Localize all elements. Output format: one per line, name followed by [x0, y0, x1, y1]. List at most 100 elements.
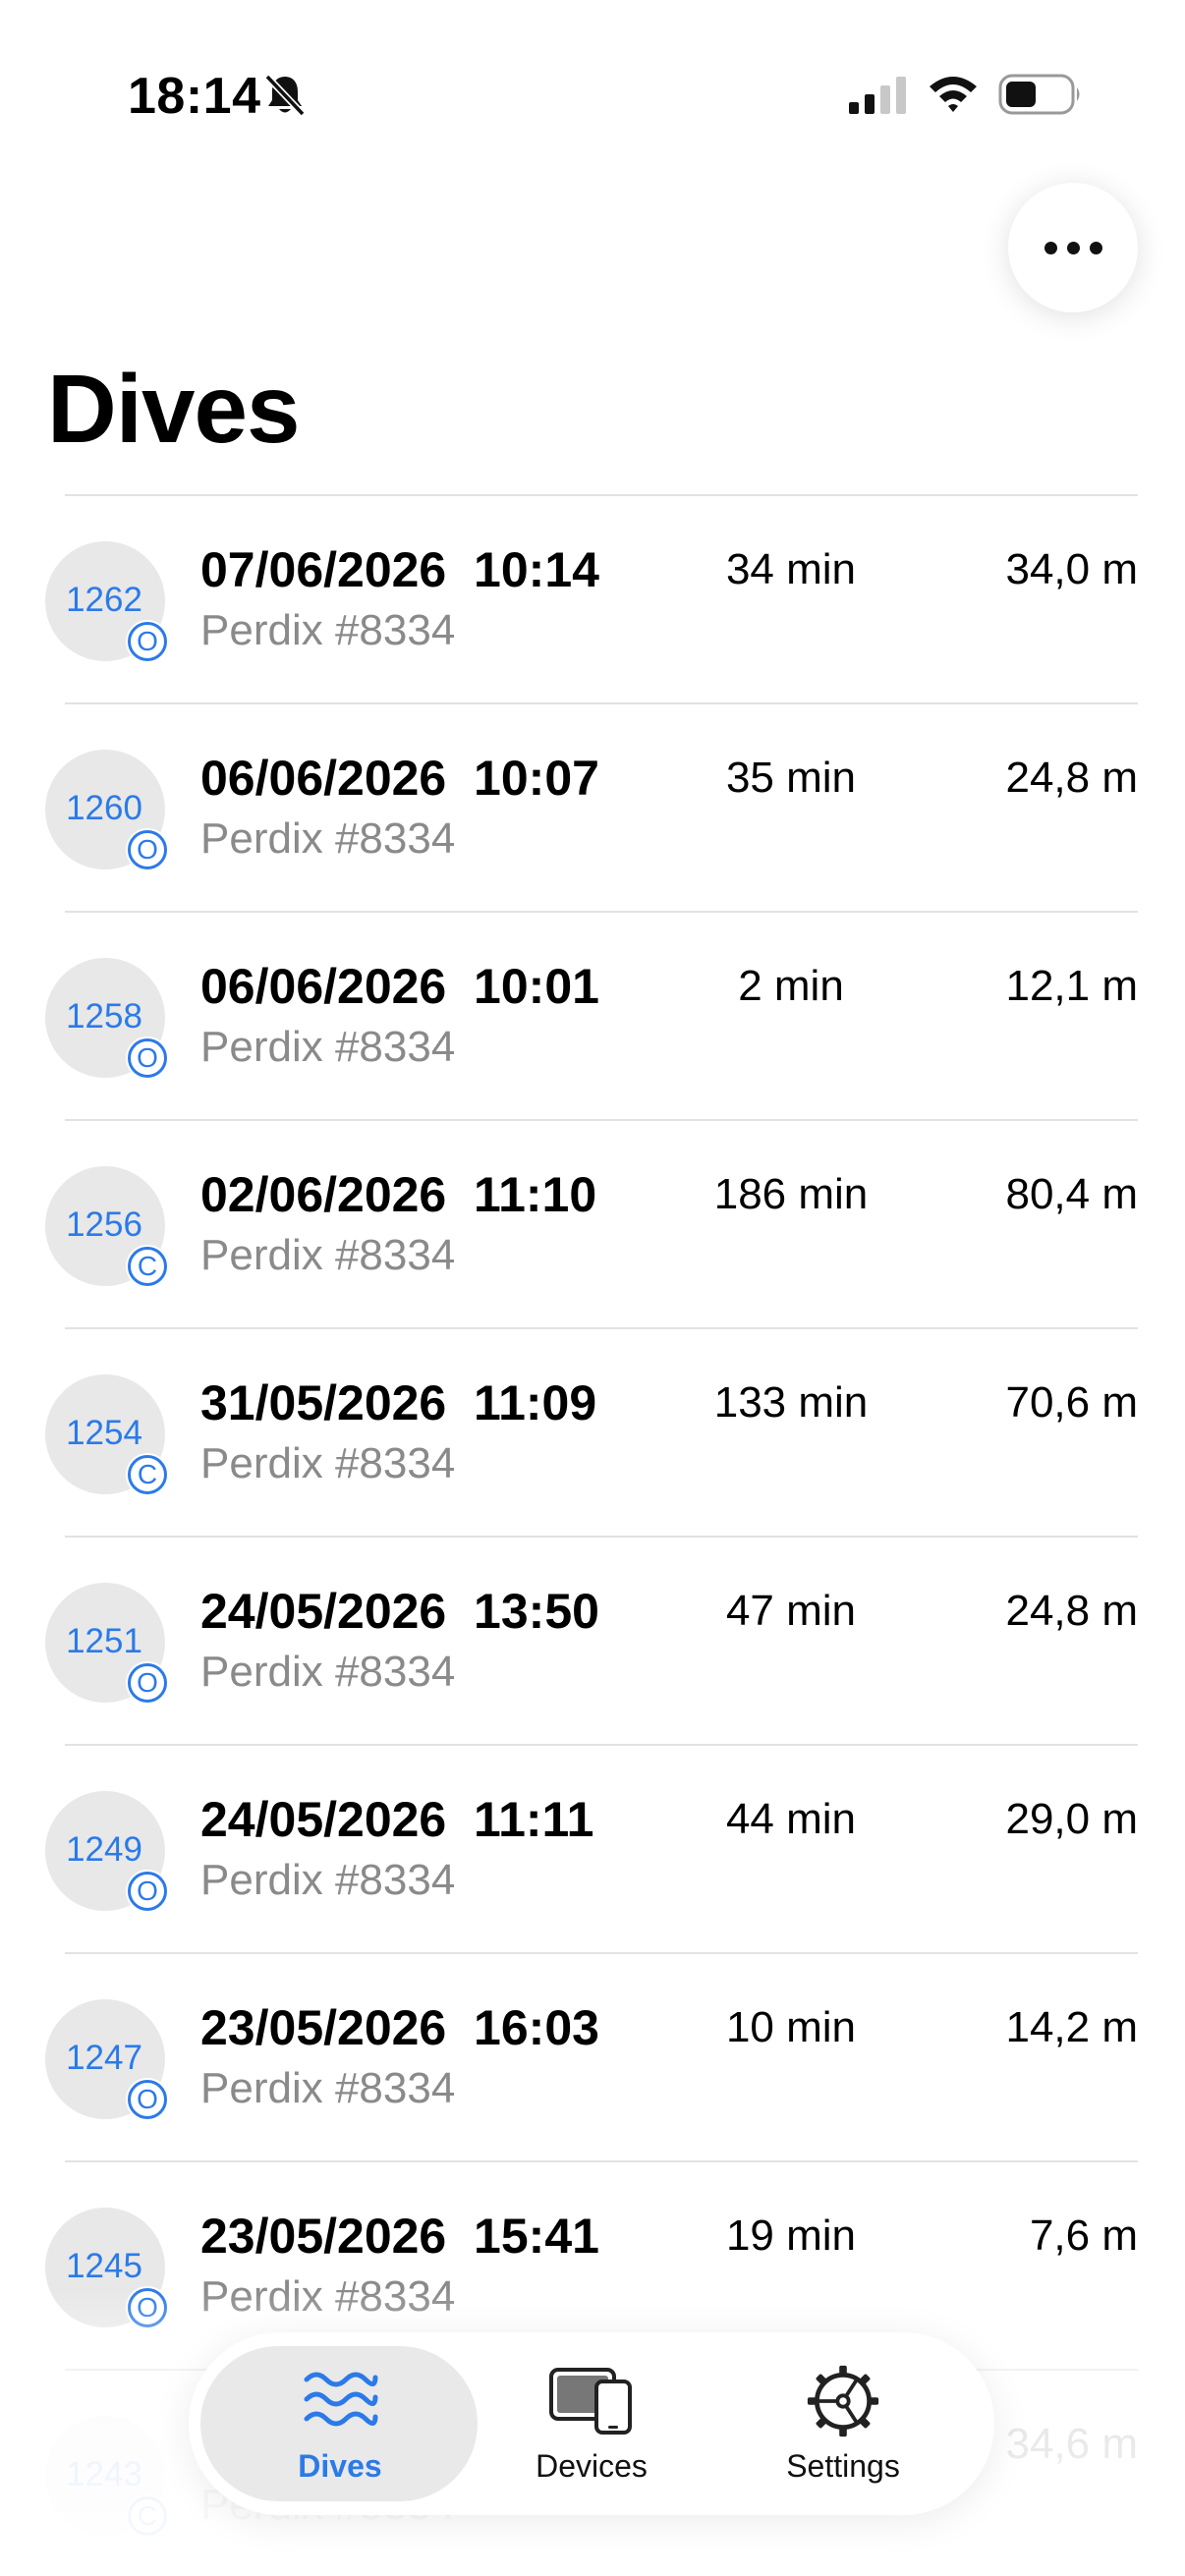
tab-label: Dives [298, 2448, 382, 2484]
dive-number-badge: 1256 C [45, 1166, 169, 1288]
tab-label: Devices [536, 2448, 648, 2484]
dive-device: Perdix #8334 [200, 1856, 456, 1904]
dive-mode-letter: O [128, 622, 167, 661]
dive-depth: 80,4 m [1005, 1170, 1138, 1218]
dive-device: Perdix #8334 [200, 1439, 456, 1487]
dive-datetime: 31/05/2026 11:09 [200, 1374, 596, 1431]
dive-mode-letter: O [128, 1872, 167, 1911]
dive-depth: 14,2 m [1005, 2003, 1138, 2051]
dive-mode-icon: O [126, 1661, 169, 1705]
dive-time: 10:07 [474, 751, 599, 806]
dive-duration: 34 min [725, 545, 857, 593]
dive-number: 1245 [66, 2247, 142, 2285]
dive-number: 1260 [66, 789, 142, 827]
dive-duration: 35 min [725, 754, 857, 802]
dive-duration: 19 min [725, 2212, 857, 2260]
tab-settings[interactable]: Settings [715, 2332, 971, 2515]
dive-depth: 24,8 m [1005, 1587, 1138, 1635]
ellipsis-icon [1044, 241, 1057, 254]
dive-device: Perdix #8334 [200, 2064, 456, 2112]
dive-row[interactable]: 1249 O 24/05/2026 11:11 Perdix #8334 44 min 2… [0, 1746, 1185, 1954]
dive-duration: 186 min [713, 1170, 869, 1218]
dive-time: 11:10 [474, 1167, 597, 1222]
datetime-spacer [446, 542, 474, 597]
dive-mode-icon: O [126, 828, 169, 871]
datetime-spacer [446, 751, 474, 806]
dive-mode-icon: C [126, 1453, 169, 1496]
dive-number-badge: 1260 O [45, 750, 169, 871]
dive-duration: 10 min [725, 2003, 857, 2051]
dive-row[interactable]: 1258 O 06/06/2026 10:01 Perdix #8334 2 min 12… [0, 913, 1185, 1121]
dive-time: 11:09 [474, 1375, 597, 1430]
dive-date: 02/06/2026 [200, 1167, 447, 1222]
dive-row[interactable]: 1262 O 07/06/2026 10:14 Perdix #8334 34 min 3… [0, 496, 1185, 704]
dive-number-badge: 1247 O [45, 1999, 169, 2121]
dive-date: 23/05/2026 [200, 2209, 447, 2264]
dive-row[interactable]: 1254 C 31/05/2026 11:09 Perdix #8334 133 min… [0, 1329, 1185, 1538]
dive-row[interactable]: 1260 O 06/06/2026 10:07 Perdix #8334 35 min 2… [0, 704, 1185, 913]
dive-time: 10:14 [474, 542, 599, 597]
dive-number-badge: 1254 C [45, 1374, 169, 1496]
dive-time: 16:03 [474, 2000, 599, 2055]
more-options-button[interactable] [1008, 183, 1138, 312]
dive-datetime: 24/05/2026 11:11 [200, 1791, 593, 1848]
dive-mode-letter: O [128, 830, 167, 869]
dive-mode-letter: C [128, 1455, 167, 1494]
dive-mode-icon: O [126, 620, 169, 663]
datetime-spacer [446, 1375, 474, 1430]
dive-duration: 2 min [738, 962, 844, 1010]
dive-date: 24/05/2026 [200, 1792, 447, 1847]
dive-mode-letter: O [128, 2080, 167, 2119]
datetime-spacer [446, 1792, 474, 1847]
dive-depth: 7,6 m [1029, 2212, 1138, 2260]
datetime-spacer [446, 1584, 474, 1639]
dive-datetime: 23/05/2026 15:41 [200, 2208, 599, 2265]
tab-bar: Dives Devices Settings [189, 2332, 994, 2515]
tab-dives[interactable]: Dives [212, 2332, 468, 2515]
dive-row[interactable]: 1247 O 23/05/2026 16:03 Perdix #8334 10 min 1… [0, 1954, 1185, 2162]
dive-number: 1262 [66, 581, 142, 619]
datetime-spacer [446, 1167, 474, 1222]
dive-number-badge: 1249 O [45, 1791, 169, 1913]
dive-number: 1258 [66, 997, 142, 1036]
ellipsis-dot [1089, 241, 1102, 254]
datetime-spacer [446, 959, 474, 1014]
dive-time: 15:41 [474, 2209, 599, 2264]
page-title: Dives [47, 355, 301, 463]
dive-row[interactable]: 1251 O 24/05/2026 13:50 Perdix #8334 47 min 2… [0, 1538, 1185, 1746]
dive-mode-letter: O [128, 1663, 167, 1703]
dive-mode-icon: C [126, 1245, 169, 1288]
dive-number: 1251 [66, 1622, 142, 1660]
dive-mode-letter: C [128, 1247, 167, 1286]
dive-date: 07/06/2026 [200, 542, 447, 597]
dive-number-badge: 1262 O [45, 541, 169, 663]
tab-devices[interactable]: Devices [464, 2332, 719, 2515]
dive-date: 24/05/2026 [200, 1584, 447, 1639]
datetime-spacer [446, 2000, 474, 2055]
dive-date: 06/06/2026 [200, 751, 447, 806]
gear-icon [807, 2365, 879, 2437]
dive-time: 11:11 [474, 1792, 594, 1847]
dive-date: 06/06/2026 [200, 959, 447, 1014]
waves-icon [304, 2372, 378, 2427]
dive-device: Perdix #8334 [200, 606, 456, 654]
dive-datetime: 07/06/2026 10:14 [200, 541, 599, 598]
dive-mode-icon: O [126, 2078, 169, 2121]
datetime-spacer [446, 2209, 474, 2264]
dive-row[interactable]: 1256 C 02/06/2026 11:10 Perdix #8334 186 min… [0, 1121, 1185, 1329]
dive-datetime: 02/06/2026 11:10 [200, 1166, 596, 1223]
dive-duration: 133 min [713, 1378, 869, 1427]
dive-mode-icon: O [126, 1036, 169, 1080]
dive-mode-icon: O [126, 1870, 169, 1913]
dive-date: 23/05/2026 [200, 2000, 447, 2055]
dive-number: 1254 [66, 1414, 142, 1452]
dive-device: Perdix #8334 [200, 814, 456, 863]
dive-depth: 70,6 m [1005, 1378, 1138, 1427]
ellipsis-dot [1066, 241, 1080, 254]
dive-datetime: 23/05/2026 16:03 [200, 1999, 599, 2056]
dive-depth: 12,1 m [1005, 962, 1138, 1010]
cellular-signal-icon [849, 77, 906, 114]
dive-datetime: 06/06/2026 10:07 [200, 750, 599, 807]
dive-datetime: 06/06/2026 10:01 [200, 958, 599, 1015]
dive-device: Perdix #8334 [200, 1231, 456, 1279]
